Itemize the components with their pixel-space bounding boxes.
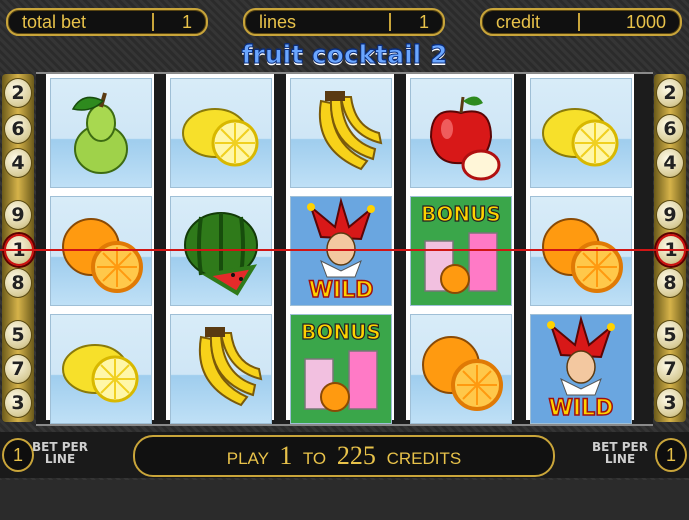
lemon-symbol: [50, 314, 152, 424]
wild-symbol: WILD: [530, 314, 632, 424]
wild-icon: WILD: [531, 315, 631, 423]
wild-symbol: WILD: [290, 196, 392, 306]
pear-icon: [71, 92, 128, 174]
line-number-9-button[interactable]: 9: [4, 200, 32, 230]
reel-5: WILD: [526, 74, 634, 424]
orange-symbol: [530, 196, 632, 306]
lemon-icon: [62, 344, 139, 403]
lemon-icon: [542, 108, 619, 167]
orange-symbol: [410, 314, 512, 424]
line-number-8-button[interactable]: 8: [4, 268, 32, 298]
play-info-bar: PLAY 1 TO 225 CREDITS: [133, 435, 555, 477]
line-number-6-button[interactable]: 6: [656, 114, 684, 144]
line-number-3-button[interactable]: 3: [656, 388, 684, 418]
banana-icon: [198, 327, 263, 407]
reel-3: WILD BONUS: [286, 74, 394, 424]
play-max: 225: [336, 441, 376, 470]
reel-2: [166, 74, 274, 424]
game-title: fruit cocktail 2: [241, 40, 448, 70]
footer-area: [0, 480, 689, 520]
orange-icon: [62, 218, 143, 293]
bet-per-line-right-label: BET PER LINE: [590, 441, 650, 465]
bet-per-line-left-label: BET PER LINE: [30, 441, 90, 465]
total-bet-label: total bet: [22, 12, 87, 32]
svg-text:BONUS: BONUS: [421, 202, 501, 226]
reel-4: BONUS: [406, 74, 514, 424]
line-number-7-button[interactable]: 7: [4, 354, 32, 384]
bonus-icon: BONUS: [411, 197, 511, 305]
line-number-2-button[interactable]: 2: [656, 78, 684, 108]
line-number-4-button[interactable]: 4: [4, 148, 32, 178]
svg-text:BONUS: BONUS: [301, 320, 381, 344]
bonus-icon: BONUS: [291, 315, 391, 423]
apple-symbol: [410, 78, 512, 188]
line-number-5-button[interactable]: 5: [656, 320, 684, 350]
line-number-3-button[interactable]: 3: [4, 388, 32, 418]
divider: [152, 13, 154, 31]
credit-value: 1000: [625, 12, 666, 32]
apple-icon: [429, 96, 501, 181]
play-suffix: CREDITS: [386, 449, 462, 468]
lemon-symbol: [530, 78, 632, 188]
banana-symbol: [290, 78, 392, 188]
line-number-6-button[interactable]: 6: [4, 114, 32, 144]
line-number-2-button[interactable]: 2: [4, 78, 32, 108]
total-bet-display: total bet 1: [6, 8, 208, 36]
line-number-9-button[interactable]: 9: [656, 200, 684, 230]
lemon-icon: [182, 108, 259, 167]
bonus-symbol: BONUS: [290, 314, 392, 424]
watermelon-symbol: [170, 196, 272, 306]
line-number-4-button[interactable]: 4: [656, 148, 684, 178]
play-prefix: PLAY: [226, 449, 269, 468]
reel-1: [46, 74, 154, 424]
svg-text:WILD: WILD: [309, 278, 374, 303]
payline: [0, 249, 689, 251]
line-number-7-button[interactable]: 7: [656, 354, 684, 384]
credit-display: credit 1000: [480, 8, 682, 36]
orange-icon: [422, 336, 503, 411]
bonus-symbol: BONUS: [410, 196, 512, 306]
orange-icon: [542, 218, 623, 293]
lines-value: 1: [418, 12, 429, 32]
banana-icon: [318, 91, 383, 171]
lemon-symbol: [170, 78, 272, 188]
watermelon-icon: [184, 212, 258, 296]
line-numbers-left: 264918573: [2, 74, 34, 422]
line-numbers-right: 264918573: [654, 74, 686, 422]
pear-symbol: [50, 78, 152, 188]
play-min: 1: [279, 441, 293, 470]
bet-per-line-left-line2: LINE: [44, 452, 76, 466]
play-mid: TO: [302, 449, 327, 468]
svg-text:WILD: WILD: [549, 396, 614, 421]
orange-symbol: [50, 196, 152, 306]
lines-label: lines: [259, 12, 297, 32]
total-bet-value: 1: [181, 12, 192, 32]
divider: [389, 13, 391, 31]
banana-symbol: [170, 314, 272, 424]
credit-label: credit: [496, 12, 541, 32]
bet-per-line-right-line2: LINE: [604, 452, 636, 466]
line-number-5-button[interactable]: 5: [4, 320, 32, 350]
line-number-8-button[interactable]: 8: [656, 268, 684, 298]
bet-per-line-right-button[interactable]: 1: [655, 438, 687, 472]
wild-icon: WILD: [291, 197, 391, 305]
lines-display: lines 1: [243, 8, 445, 36]
divider: [578, 13, 580, 31]
